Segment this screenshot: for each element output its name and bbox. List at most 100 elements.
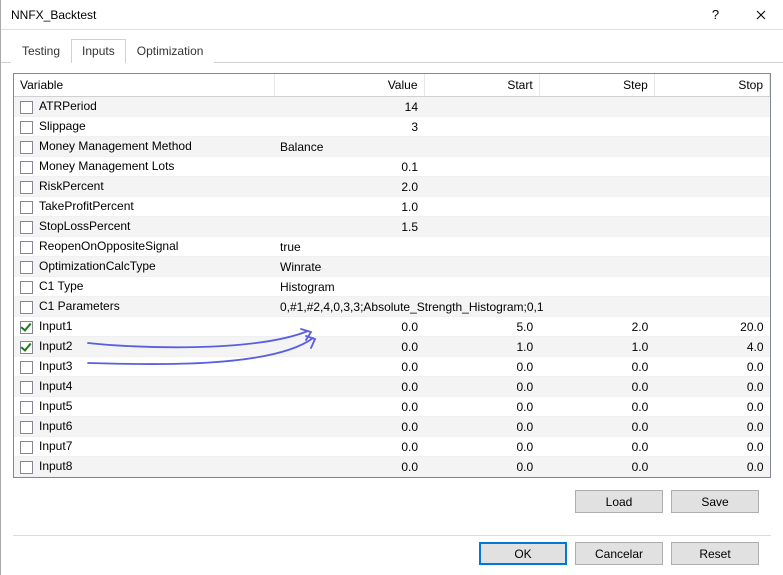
table-row[interactable]: Input10.05.02.020.0 — [14, 317, 770, 337]
variable-cell[interactable]: ReopenOnOppositeSignal — [14, 237, 274, 257]
table-row[interactable]: Money Management MethodBalance — [14, 137, 770, 157]
optimize-checkbox[interactable] — [20, 141, 33, 154]
stop-cell[interactable]: 20.0 — [654, 317, 769, 337]
table-row[interactable]: Money Management Lots0.1 — [14, 157, 770, 177]
table-row[interactable]: RiskPercent2.0 — [14, 177, 770, 197]
table-row[interactable]: C1 Parameters0,#1,#2,4,0,3,3;Absolute_St… — [14, 297, 770, 317]
value-cell[interactable]: Balance — [274, 137, 770, 157]
optimize-checkbox[interactable] — [20, 361, 33, 374]
variable-cell[interactable]: Input6 — [14, 417, 274, 437]
stop-cell[interactable]: 0.0 — [654, 397, 769, 417]
variable-cell[interactable]: RiskPercent — [14, 177, 274, 197]
start-cell[interactable]: 5.0 — [424, 317, 539, 337]
optimize-checkbox[interactable] — [20, 221, 33, 234]
stop-cell[interactable]: 0.0 — [654, 377, 769, 397]
col-stop[interactable]: Stop — [654, 74, 769, 97]
table-row[interactable]: OptimizationCalcTypeWinrate — [14, 257, 770, 277]
stop-cell[interactable]: 0.0 — [654, 437, 769, 457]
variable-cell[interactable]: TakeProfitPercent — [14, 197, 274, 217]
tab-testing[interactable]: Testing — [11, 39, 71, 63]
variable-cell[interactable]: Input3 — [14, 357, 274, 377]
variable-cell[interactable]: Input4 — [14, 377, 274, 397]
optimize-checkbox[interactable] — [20, 401, 33, 414]
table-row[interactable]: Input30.00.00.00.0 — [14, 357, 770, 377]
start-cell[interactable] — [424, 117, 539, 137]
value-cell[interactable]: 0.0 — [274, 417, 424, 437]
stop-cell[interactable]: 0.0 — [654, 417, 769, 437]
variable-cell[interactable]: Input2 — [14, 337, 274, 357]
value-cell[interactable]: Histogram — [274, 277, 770, 297]
value-cell[interactable]: 0.0 — [274, 337, 424, 357]
col-value[interactable]: Value — [274, 74, 424, 97]
value-cell[interactable]: 0.0 — [274, 397, 424, 417]
stop-cell[interactable]: 4.0 — [654, 337, 769, 357]
start-cell[interactable]: 0.0 — [424, 417, 539, 437]
value-cell[interactable]: 0,#1,#2,4,0,3,3;Absolute_Strength_Histog… — [274, 297, 770, 317]
tab-optimization[interactable]: Optimization — [126, 39, 215, 63]
variable-cell[interactable]: Input5 — [14, 397, 274, 417]
stop-cell[interactable]: 0.0 — [654, 357, 769, 377]
start-cell[interactable] — [424, 157, 539, 177]
cancel-button[interactable]: Cancelar — [575, 542, 663, 565]
step-cell[interactable]: 1.0 — [539, 337, 654, 357]
col-step[interactable]: Step — [539, 74, 654, 97]
tab-inputs[interactable]: Inputs — [71, 39, 126, 63]
step-cell[interactable]: 0.0 — [539, 417, 654, 437]
step-cell[interactable]: 2.0 — [539, 317, 654, 337]
table-row[interactable]: StopLossPercent1.5 — [14, 217, 770, 237]
variable-cell[interactable]: C1 Type — [14, 277, 274, 297]
close-button[interactable] — [738, 0, 783, 30]
step-cell[interactable] — [539, 97, 654, 117]
help-button[interactable]: ? — [693, 0, 738, 30]
optimize-checkbox[interactable] — [20, 381, 33, 394]
optimize-checkbox[interactable] — [20, 121, 33, 134]
value-cell[interactable]: 0.0 — [274, 377, 424, 397]
value-cell[interactable]: 0.1 — [274, 157, 424, 177]
start-cell[interactable]: 0.0 — [424, 377, 539, 397]
stop-cell[interactable]: 0.0 — [654, 457, 769, 477]
optimize-checkbox[interactable] — [20, 181, 33, 194]
step-cell[interactable]: 0.0 — [539, 357, 654, 377]
value-cell[interactable]: 0.0 — [274, 437, 424, 457]
value-cell[interactable]: 1.5 — [274, 217, 424, 237]
save-button[interactable]: Save — [671, 490, 759, 513]
step-cell[interactable] — [539, 217, 654, 237]
stop-cell[interactable] — [654, 177, 769, 197]
start-cell[interactable] — [424, 217, 539, 237]
optimize-checkbox[interactable] — [20, 241, 33, 254]
table-row[interactable]: Input20.01.01.04.0 — [14, 337, 770, 357]
step-cell[interactable]: 0.0 — [539, 457, 654, 477]
value-cell[interactable]: 0.0 — [274, 457, 424, 477]
start-cell[interactable]: 1.0 — [424, 337, 539, 357]
table-row[interactable]: Input70.00.00.00.0 — [14, 437, 770, 457]
value-cell[interactable]: 1.0 — [274, 197, 424, 217]
start-cell[interactable]: 0.0 — [424, 397, 539, 417]
variable-cell[interactable]: Slippage — [14, 117, 274, 137]
load-button[interactable]: Load — [575, 490, 663, 513]
table-row[interactable]: Input60.00.00.00.0 — [14, 417, 770, 437]
value-cell[interactable]: 0.0 — [274, 357, 424, 377]
optimize-checkbox[interactable] — [20, 301, 33, 314]
start-cell[interactable] — [424, 177, 539, 197]
stop-cell[interactable] — [654, 157, 769, 177]
variable-cell[interactable]: C1 Parameters — [14, 297, 274, 317]
col-start[interactable]: Start — [424, 74, 539, 97]
start-cell[interactable] — [424, 197, 539, 217]
step-cell[interactable] — [539, 117, 654, 137]
col-variable[interactable]: Variable — [14, 74, 274, 97]
reset-button[interactable]: Reset — [671, 542, 759, 565]
table-row[interactable]: ReopenOnOppositeSignaltrue — [14, 237, 770, 257]
optimize-checkbox[interactable] — [20, 441, 33, 454]
optimize-checkbox[interactable] — [20, 321, 33, 334]
table-row[interactable]: Input50.00.00.00.0 — [14, 397, 770, 417]
value-cell[interactable]: 0.0 — [274, 317, 424, 337]
variable-cell[interactable]: StopLossPercent — [14, 217, 274, 237]
step-cell[interactable] — [539, 157, 654, 177]
optimize-checkbox[interactable] — [20, 101, 33, 114]
table-row[interactable]: TakeProfitPercent1.0 — [14, 197, 770, 217]
table-row[interactable]: ATRPeriod14 — [14, 97, 770, 117]
step-cell[interactable] — [539, 177, 654, 197]
step-cell[interactable] — [539, 197, 654, 217]
start-cell[interactable]: 0.0 — [424, 457, 539, 477]
stop-cell[interactable] — [654, 197, 769, 217]
